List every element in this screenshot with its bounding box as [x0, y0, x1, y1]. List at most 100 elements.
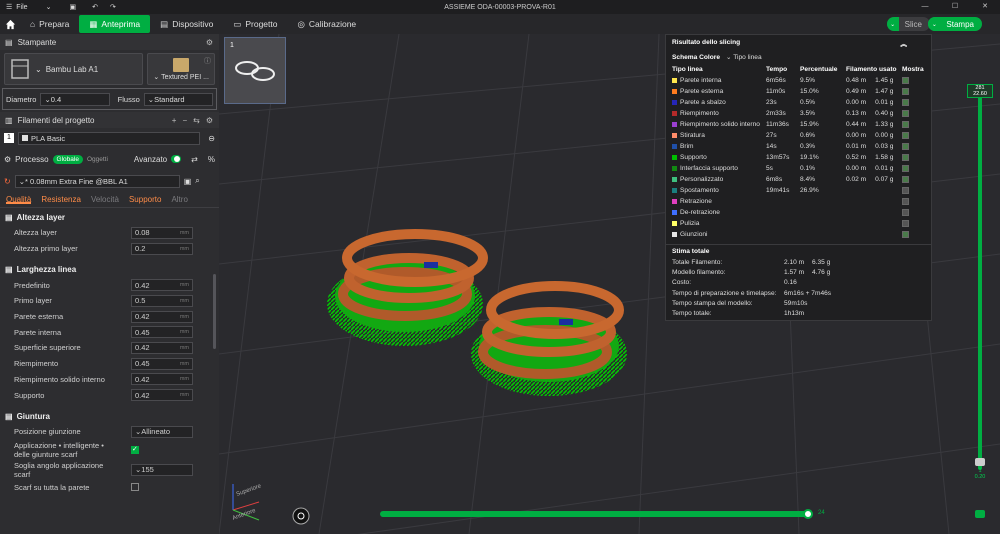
param-input[interactable]: 0.42 mm: [131, 341, 193, 354]
line-type-swatch: [672, 198, 677, 204]
subtab-qualita[interactable]: Qualità: [6, 195, 32, 204]
close-icon[interactable]: ✕: [970, 0, 1000, 14]
show-checkbox[interactable]: [902, 131, 909, 139]
percent-icon[interactable]: %: [208, 155, 215, 164]
preset-select[interactable]: ⌄ * 0.08mm Extra Fine @BBL A1: [14, 174, 180, 188]
show-checkbox[interactable]: [902, 98, 909, 106]
plate-selector[interactable]: ⌄ Textured PEI ... ⓘ: [147, 53, 215, 85]
table-row: Supporto 13m57s 19.1% 0.52 m 1.58 g: [670, 152, 926, 163]
slice-button[interactable]: ⌄ Slice: [886, 17, 930, 31]
tab-progetto[interactable]: ▭ Progetto: [223, 15, 287, 33]
layers-stack-icon[interactable]: [975, 510, 985, 518]
slice-dropdown-icon[interactable]: ⌄: [886, 17, 899, 31]
info-icon[interactable]: ⓘ: [204, 56, 211, 66]
weight-cell: 0.07 g: [875, 176, 894, 183]
reset-icon[interactable]: ↻: [4, 177, 11, 186]
subtab-resistenza[interactable]: Resistenza: [41, 195, 81, 204]
length-cell: 0.00 m: [846, 99, 867, 106]
tab-anteprima[interactable]: ▦ Anteprima: [79, 15, 151, 33]
home-button[interactable]: [0, 14, 20, 34]
scarf-checkbox[interactable]: [131, 445, 139, 454]
compare-icon[interactable]: ⇄: [191, 155, 198, 164]
show-checkbox[interactable]: [902, 142, 909, 150]
print-button[interactable]: ⌄ Stampa: [928, 17, 982, 31]
process-objects-tab[interactable]: Oggetti: [87, 156, 108, 163]
plate-thumbnail[interactable]: 1: [224, 37, 286, 104]
diameter-select[interactable]: ⌄ 0.4: [40, 92, 110, 106]
minimize-icon[interactable]: —: [910, 0, 940, 14]
file-menu-label[interactable]: File: [16, 4, 27, 11]
save-icon[interactable]: ▣: [69, 3, 76, 11]
show-checkbox[interactable]: [902, 164, 909, 172]
sync-icon[interactable]: ⇆: [193, 116, 200, 125]
param-label: Primo layer: [14, 296, 52, 306]
param-input[interactable]: 0.5 mm: [131, 294, 193, 307]
remove-icon[interactable]: −: [182, 116, 187, 125]
show-checkbox[interactable]: [902, 87, 909, 95]
show-checkbox[interactable]: [902, 230, 909, 238]
param-input[interactable]: 0.08 mm: [131, 226, 193, 239]
hamburger-icon[interactable]: ☰: [6, 3, 12, 11]
advanced-toggle[interactable]: [171, 155, 182, 163]
scarf-whole-checkbox[interactable]: [131, 483, 139, 492]
show-checkbox[interactable]: [902, 120, 909, 128]
layer-bottom-handle[interactable]: [975, 458, 985, 466]
redo-icon[interactable]: ↷: [110, 3, 116, 11]
line-type-cell: Interfaccia supporto: [670, 163, 764, 174]
save-preset-icon[interactable]: ▣: [184, 177, 192, 186]
show-checkbox[interactable]: [902, 208, 909, 216]
show-checkbox[interactable]: [902, 186, 909, 194]
subtab-velocita[interactable]: Velocità: [91, 195, 119, 204]
line-type-swatch: [672, 99, 677, 105]
move-slider-handle[interactable]: [803, 509, 813, 519]
file-menu[interactable]: ☰ File ⌄ ▣ ↶ ↷: [0, 3, 122, 12]
tab-prepara[interactable]: ⌂ Prepara: [20, 15, 79, 33]
estimate-key: Costo:: [672, 279, 692, 287]
show-checkbox[interactable]: [902, 153, 909, 161]
print-dropdown-icon[interactable]: ⌄: [928, 17, 941, 31]
tab-calibrazione[interactable]: ◎ Calibrazione: [287, 15, 366, 33]
param-input[interactable]: 0.45 mm: [131, 326, 193, 339]
screenshot-icon[interactable]: [292, 507, 310, 525]
scarf-angle-stepper[interactable]: ⌄ 155: [131, 463, 193, 476]
flow-select[interactable]: ⌄ Standard: [143, 92, 213, 106]
layer-slider-track[interactable]: [978, 90, 982, 470]
show-checkbox[interactable]: [902, 197, 909, 205]
show-checkbox[interactable]: [902, 109, 909, 117]
show-checkbox[interactable]: [902, 175, 909, 183]
param-input[interactable]: 0.42 mm: [131, 389, 193, 402]
move-slider[interactable]: [380, 511, 812, 517]
param-input[interactable]: 0.42 mm: [131, 310, 193, 323]
show-cell: [900, 119, 926, 130]
collapse-icon[interactable]: ︽: [900, 38, 907, 48]
undo-icon[interactable]: ↶: [92, 3, 98, 11]
param-input[interactable]: 0.45 mm: [131, 357, 193, 370]
filament-index: 1: [4, 133, 14, 143]
process-global-tab[interactable]: Globale: [52, 154, 83, 164]
sidebar-scrollbar[interactable]: [213, 274, 216, 349]
printer-selector[interactable]: ⌄ Bambu Lab A1: [4, 53, 144, 85]
show-checkbox[interactable]: [902, 76, 909, 84]
settings-gear-icon[interactable]: ⚙: [206, 116, 213, 125]
add-icon[interactable]: +: [172, 116, 177, 125]
param-input[interactable]: 0.42 mm: [131, 279, 193, 292]
time-cell: 19m41s: [766, 187, 790, 194]
filament-select[interactable]: PLA Basic: [17, 131, 201, 145]
settings-gear-icon[interactable]: ⚙: [206, 38, 213, 47]
maximize-icon[interactable]: ☐: [940, 0, 970, 14]
axis-gizmo[interactable]: Superiore Anteriore: [232, 483, 263, 522]
subtab-supporto[interactable]: Supporto: [129, 195, 161, 204]
search-icon[interactable]: ⌕: [195, 176, 199, 186]
show-cell: [900, 196, 926, 207]
seam-position-select[interactable]: ⌄ Allineato: [131, 425, 193, 438]
layer-slider[interactable]: 281 22.60 1 0.20: [967, 84, 993, 518]
param-input[interactable]: 0.42 mm: [131, 373, 193, 386]
scheme-select[interactable]: ⌄ Tipo linea: [726, 53, 762, 61]
minus-circle-icon[interactable]: ⊖: [208, 134, 215, 143]
estimate-title: Stima totale: [666, 244, 931, 257]
tab-dispositivo[interactable]: ▤ Dispositivo: [150, 15, 223, 33]
show-checkbox[interactable]: [902, 219, 909, 227]
param-input[interactable]: 0.2 mm: [131, 242, 193, 255]
chevron-down-icon[interactable]: ⌄: [46, 3, 52, 11]
subtab-altro[interactable]: Altro: [171, 195, 187, 204]
